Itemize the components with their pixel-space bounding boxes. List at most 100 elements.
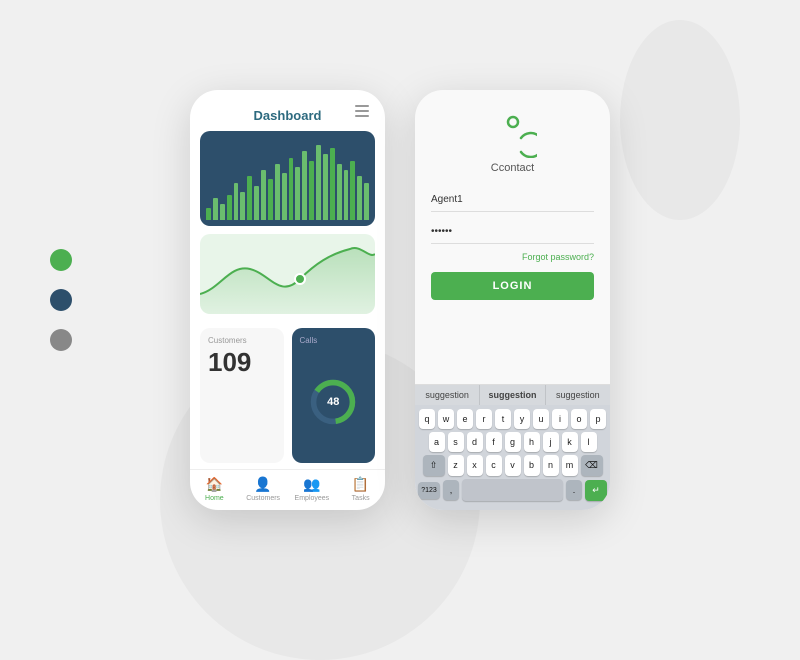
- key-g[interactable]: g: [505, 432, 521, 452]
- login-content: Ccontact Forgot password? LOGIN: [415, 90, 610, 384]
- bar-13: [295, 167, 300, 220]
- nav-home[interactable]: 🏠 Home: [190, 476, 239, 502]
- login-button[interactable]: LOGIN: [431, 272, 594, 300]
- bar-3: [227, 195, 232, 220]
- key-r[interactable]: r: [476, 409, 492, 429]
- tasks-icon: 📋: [352, 476, 369, 493]
- navy-dot: [50, 289, 72, 311]
- nav-tasks-label: Tasks: [352, 495, 370, 502]
- key-o[interactable]: o: [571, 409, 587, 429]
- key-shift[interactable]: ⇧: [423, 455, 445, 476]
- key-s[interactable]: s: [448, 432, 464, 452]
- key-f[interactable]: f: [486, 432, 502, 452]
- bar-23: [364, 183, 369, 221]
- key-l[interactable]: l: [581, 432, 597, 452]
- key-t[interactable]: t: [495, 409, 511, 429]
- bar-16: [316, 145, 321, 220]
- bar-1: [213, 198, 218, 220]
- bar-2: [220, 204, 225, 220]
- key-space[interactable]: [462, 479, 563, 501]
- nav-employees-label: Employees: [295, 495, 330, 502]
- key-z[interactable]: z: [448, 455, 464, 476]
- hamburger-line-2: [355, 110, 369, 112]
- keyboard-suggestions: suggestion suggestion suggestion: [415, 384, 610, 405]
- dashboard-header: Dashboard: [190, 90, 385, 131]
- line-chart-svg: [200, 234, 375, 314]
- line-chart-point: [295, 274, 305, 284]
- bar-15: [309, 161, 314, 220]
- key-a[interactable]: a: [429, 432, 445, 452]
- customers-value: 109: [208, 349, 276, 375]
- customers-icon: 👤: [254, 476, 271, 493]
- bar-19: [337, 164, 342, 220]
- color-palette: [50, 249, 72, 351]
- key-p[interactable]: p: [590, 409, 606, 429]
- phones-container: Dashboard: [190, 90, 610, 510]
- bottom-nav: 🏠 Home 👤 Customers 👥 Employees 📋 Tasks: [190, 469, 385, 510]
- bar-14: [302, 151, 307, 220]
- key-row-3: ⇧ z x c v b n m ⌫: [418, 455, 607, 476]
- key-e[interactable]: e: [457, 409, 473, 429]
- hamburger-menu[interactable]: [355, 105, 369, 117]
- key-enter[interactable]: ↵: [585, 480, 607, 501]
- bar-10: [275, 164, 280, 220]
- bar-22: [357, 176, 362, 220]
- key-k[interactable]: k: [562, 432, 578, 452]
- bg-circle-right: [620, 20, 740, 220]
- key-v[interactable]: v: [505, 455, 521, 476]
- key-u[interactable]: u: [533, 409, 549, 429]
- bar-9: [268, 179, 273, 220]
- bar-20: [344, 170, 349, 220]
- key-m[interactable]: m: [562, 455, 578, 476]
- bar-11: [282, 173, 287, 220]
- bar-6: [247, 176, 252, 220]
- key-n[interactable]: n: [543, 455, 559, 476]
- stats-row: Customers 109 Calls 48: [200, 328, 375, 463]
- key-b[interactable]: b: [524, 455, 540, 476]
- key-row-4: ?123 , . ↵: [418, 479, 607, 501]
- key-i[interactable]: i: [552, 409, 568, 429]
- username-input[interactable]: [431, 188, 594, 212]
- key-d[interactable]: d: [467, 432, 483, 452]
- key-row-1: q w e r t y u i o p: [418, 409, 607, 429]
- key-w[interactable]: w: [438, 409, 454, 429]
- key-q[interactable]: q: [419, 409, 435, 429]
- key-row-2: a s d f g h j k l: [418, 432, 607, 452]
- bar-12: [289, 158, 294, 221]
- employees-icon: 👥: [303, 476, 320, 493]
- login-phone: Ccontact Forgot password? LOGIN suggesti…: [415, 90, 610, 510]
- key-j[interactable]: j: [543, 432, 559, 452]
- home-icon: 🏠: [206, 476, 223, 493]
- key-comma[interactable]: ,: [443, 480, 459, 500]
- nav-employees[interactable]: 👥 Employees: [288, 476, 337, 502]
- app-name: Ccontact: [491, 162, 534, 174]
- calls-card: Calls 48: [292, 328, 376, 463]
- nav-tasks[interactable]: 📋 Tasks: [336, 476, 385, 502]
- line-chart: [200, 234, 375, 314]
- nav-customers[interactable]: 👤 Customers: [239, 476, 288, 502]
- forgot-password-link[interactable]: Forgot password?: [431, 252, 594, 262]
- key-h[interactable]: h: [524, 432, 540, 452]
- suggestion-1[interactable]: suggestion: [415, 385, 480, 405]
- key-period[interactable]: .: [566, 480, 582, 500]
- suggestion-3[interactable]: suggestion: [546, 385, 610, 405]
- suggestion-2[interactable]: suggestion: [480, 385, 545, 405]
- customers-label: Customers: [208, 336, 276, 345]
- customers-card: Customers 109: [200, 328, 284, 463]
- bar-5: [240, 192, 245, 220]
- key-x[interactable]: x: [467, 455, 483, 476]
- bar-4: [234, 183, 239, 221]
- dashboard-phone: Dashboard: [190, 90, 385, 510]
- bar-21: [350, 161, 355, 220]
- key-backspace[interactable]: ⌫: [581, 455, 603, 476]
- key-y[interactable]: y: [514, 409, 530, 429]
- key-c[interactable]: c: [486, 455, 502, 476]
- password-input[interactable]: [431, 220, 594, 244]
- keyboard: q w e r t y u i o p a s d f g h j k: [415, 405, 610, 510]
- key-symbols[interactable]: ?123: [418, 482, 440, 499]
- app-logo: [489, 110, 537, 158]
- bar-17: [323, 154, 328, 220]
- nav-customers-label: Customers: [246, 495, 280, 502]
- bar-8: [261, 170, 266, 220]
- gray-dot: [50, 329, 72, 351]
